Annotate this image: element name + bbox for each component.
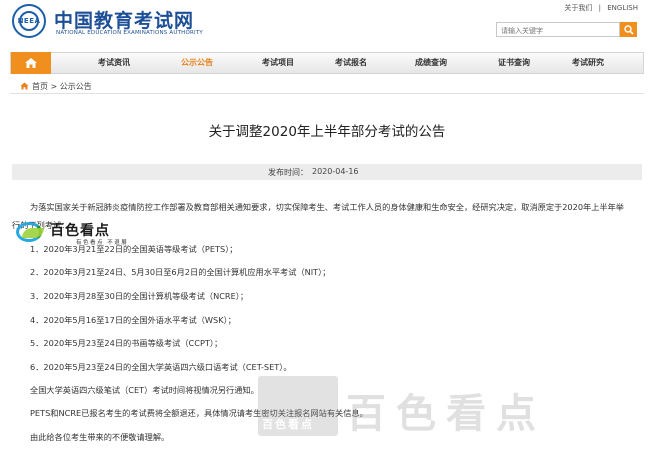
nav-item-exam-research[interactable]: 考试研究 [572, 57, 604, 68]
search-button[interactable] [620, 22, 637, 37]
logo-emblem-text: NEEA [17, 17, 41, 25]
exam-item-2: 2．2020年3月21至24日、5月30日至6月2日的全国计算机应用水平考试（N… [30, 267, 331, 277]
exam-item-3: 3．2020年3月28至30日的全国计算机等级考试（NCRE）； [30, 291, 249, 301]
nav-item-exam-news[interactable]: 考试资讯 [98, 57, 130, 68]
logo-subtitle: NATIONAL EDUCATION EXAMINATIONS AUTHORIT… [56, 30, 203, 36]
publish-label: 发布时间： [268, 168, 308, 177]
main-nav: 考试资讯 公示公告 考试项目 考试报名 成绩查询 证书查询 考试研究 [10, 52, 644, 74]
watermark-small-subtext: 有色看点 不退展 [76, 240, 129, 246]
nav-item-certificate-query[interactable]: 证书查询 [498, 57, 530, 68]
publish-bar: 发布时间： 2020-04-16 [12, 164, 642, 180]
neea-logo-icon[interactable]: NEEA [12, 4, 46, 38]
top-link-separator: | [598, 4, 601, 12]
watermark-small-text: 百色看点 [50, 223, 110, 239]
english-link[interactable]: ENGLISH [607, 4, 638, 12]
exam-item-6: 6．2020年5月23至24日的全国大学英语四六级口语考试（CET-SET）。 [30, 362, 292, 372]
watermark-large-text: 百色看点 [346, 391, 546, 437]
breadcrumb-separator: > [50, 82, 58, 91]
article-intro: 为落实国家关于新冠肺炎疫情防控工作部署及教育部相关通知要求，切实保障考生、考试工… [30, 202, 624, 212]
exam-item-4: 4．2020年5月16至17日的全国外语水平考试（WSK）； [30, 315, 236, 325]
watermark-box-text: 百色看点 [262, 418, 314, 431]
divider [10, 93, 644, 94]
watermark-leaf-icon [22, 228, 44, 238]
top-links: 关于我们 | ENGLISH [562, 3, 640, 13]
exam-item-5: 5．2020年5月23至24日的书画等级考试（CCPT）； [30, 338, 223, 348]
nav-item-announcements[interactable]: 公示公告 [181, 57, 213, 68]
search-input[interactable] [496, 22, 620, 37]
breadcrumb-home-icon [20, 82, 29, 90]
breadcrumb-home[interactable]: 首页 [32, 82, 48, 91]
nav-home-button[interactable] [11, 52, 51, 74]
home-icon [25, 58, 37, 68]
watermark-small: 百色看点 有色看点 不退展 [14, 218, 134, 248]
note-apology: 由此给各位考生带来的不便敬请理解。 [30, 432, 170, 442]
site-header: NEEA 中国教育考试网 NATIONAL EDUCATION EXAMINAT… [0, 0, 654, 48]
about-us-link[interactable]: 关于我们 [564, 4, 592, 12]
nav-item-registration[interactable]: 考试报名 [335, 57, 367, 68]
article-title: 关于调整2020年上半年部分考试的公告 [208, 124, 446, 140]
search-icon [623, 24, 634, 35]
note-cet: 全国大学英语四六级笔试（CET）考试时间将视情况另行通知。 [30, 385, 259, 395]
logo-title[interactable]: 中国教育考试网 [54, 6, 194, 33]
nav-item-score-query[interactable]: 成绩查询 [415, 57, 447, 68]
breadcrumb-current[interactable]: 公示公告 [60, 82, 92, 91]
nav-item-exam-programs[interactable]: 考试项目 [262, 57, 294, 68]
breadcrumb: 首页 > 公示公告 [20, 81, 92, 92]
publish-date: 2020-04-16 [312, 167, 359, 176]
